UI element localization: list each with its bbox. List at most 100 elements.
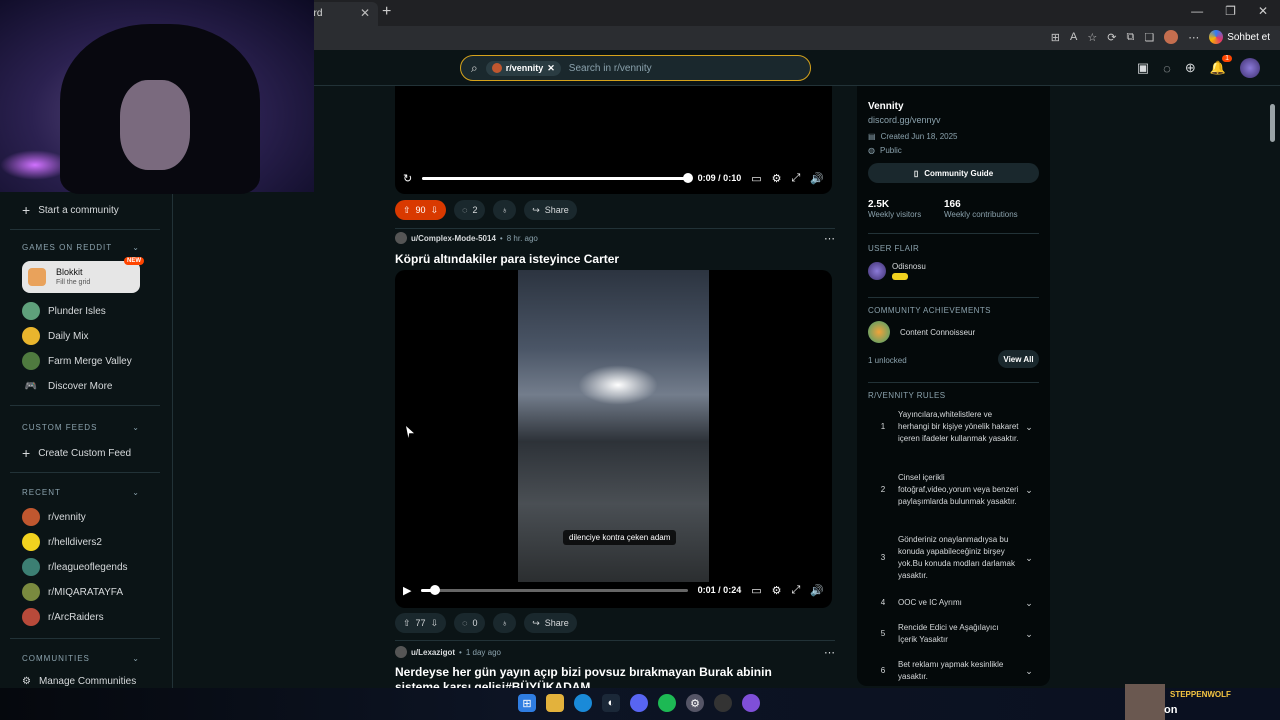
steam-icon[interactable]: ◐ bbox=[602, 694, 620, 712]
close-window-icon[interactable]: ✕ bbox=[1258, 4, 1268, 18]
discover-more-link[interactable]: 🎮 Discover More bbox=[22, 377, 113, 395]
stadium-light bbox=[578, 365, 658, 405]
blokkit-card[interactable]: Blokkit Fill the grid NEW bbox=[22, 257, 144, 293]
achievement-item[interactable]: Content Connoisseur bbox=[868, 321, 975, 343]
spotify-icon[interactable] bbox=[658, 694, 676, 712]
settings-icon[interactable]: ⚙ bbox=[772, 584, 782, 597]
new-tab-icon[interactable]: + bbox=[382, 3, 391, 21]
award-button[interactable]: ♁ bbox=[493, 200, 517, 220]
search-bar[interactable]: ⌕ r/vennity ✕ Search in r/vennity bbox=[460, 55, 811, 81]
downvote-icon[interactable]: ⇩ bbox=[431, 205, 439, 216]
recent-item[interactable]: r/leagueoflegends bbox=[22, 558, 128, 576]
more-icon[interactable]: ⋯ bbox=[1188, 31, 1199, 44]
captions-icon[interactable]: ▭ bbox=[751, 584, 761, 597]
obs-icon[interactable] bbox=[714, 694, 732, 712]
settings-icon[interactable]: ⚙ bbox=[772, 172, 782, 185]
video-progress-bar[interactable] bbox=[422, 172, 693, 183]
recent-label: r/vennity bbox=[48, 511, 86, 523]
share-button[interactable]: ↪ Share bbox=[524, 200, 577, 220]
search-input[interactable]: Search in r/vennity bbox=[569, 63, 652, 74]
volume-icon[interactable]: 🔊 bbox=[810, 172, 824, 185]
award-button[interactable]: ♁ bbox=[493, 613, 517, 633]
award-icon: ♁ bbox=[501, 618, 509, 628]
community-link[interactable]: discord.gg/vennyv bbox=[868, 115, 941, 125]
rule-item[interactable]: 1 Yayıncılara,whitelistlere ve herhangi … bbox=[868, 409, 1039, 445]
post-author[interactable]: u/Lexazigot bbox=[411, 648, 455, 657]
rule-item[interactable]: 6 Bet reklamı yapmak kesinlikle yasaktır… bbox=[868, 659, 1039, 683]
windows-start-icon[interactable]: ⊞ bbox=[518, 694, 536, 712]
rule-item[interactable]: 3 Gönderiniz onaylanmadıysa bu konuda ya… bbox=[868, 534, 1039, 582]
search-scope-chip[interactable]: r/vennity ✕ bbox=[485, 60, 561, 76]
user-avatar[interactable] bbox=[395, 646, 407, 658]
extensions-icon[interactable]: ⧉ bbox=[1126, 31, 1134, 44]
video-scrubber[interactable] bbox=[429, 584, 440, 595]
copilot-button[interactable]: Sohbet et bbox=[1209, 30, 1270, 44]
chevron-down-icon: ⌄ bbox=[1025, 629, 1033, 639]
collections-icon[interactable]: ❏ bbox=[1144, 31, 1154, 44]
recent-heading[interactable]: RECENT ⌄ bbox=[22, 488, 140, 497]
edge-icon[interactable] bbox=[574, 694, 592, 712]
upvote-icon[interactable]: ⇧ bbox=[403, 205, 411, 216]
game-item-plunder-isles[interactable]: Plunder Isles bbox=[22, 302, 106, 320]
downvote-icon[interactable]: ⇩ bbox=[431, 618, 439, 629]
apps-icon[interactable]: ⊞ bbox=[1051, 31, 1060, 44]
maximize-icon[interactable]: ❐ bbox=[1225, 4, 1236, 18]
replay-icon[interactable]: ↻ bbox=[403, 172, 412, 185]
minimize-icon[interactable]: — bbox=[1191, 4, 1203, 18]
user-flair[interactable]: Odisnosu bbox=[868, 262, 926, 280]
user-avatar[interactable] bbox=[395, 232, 407, 244]
page-scrollbar[interactable] bbox=[1270, 104, 1275, 142]
recent-item[interactable]: r/MIQARATAYFA bbox=[22, 583, 123, 601]
start-community-button[interactable]: + Start a community bbox=[22, 202, 119, 218]
more-options-icon[interactable]: ⋯ bbox=[824, 232, 835, 245]
manage-communities-link[interactable]: ⚙ Manage Communities bbox=[22, 676, 136, 687]
fullscreen-icon[interactable]: ⤢ bbox=[791, 172, 800, 185]
game-item-daily-mix[interactable]: Daily Mix bbox=[22, 327, 89, 345]
post-video[interactable]: dilenciye kontra çeken adam ▶ 0:01 / 0:2… bbox=[395, 270, 832, 608]
recent-item[interactable]: r/vennity bbox=[22, 508, 86, 526]
rule-item[interactable]: 2 Cinsel içerikli fotoğraf,video,yorum v… bbox=[868, 472, 1039, 508]
comments-button[interactable]: ◌ 2 bbox=[454, 200, 486, 220]
game-item-farm-merge-valley[interactable]: Farm Merge Valley bbox=[22, 352, 132, 370]
discord-icon[interactable] bbox=[630, 694, 648, 712]
custom-feeds-heading[interactable]: CUSTOM FEEDS ⌄ bbox=[22, 423, 140, 432]
recent-item[interactable]: r/ArcRaiders bbox=[22, 608, 104, 626]
notifications-icon[interactable]: 🔔 1 bbox=[1210, 55, 1232, 76]
upvote-icon[interactable]: ⇧ bbox=[403, 618, 411, 629]
divider bbox=[395, 640, 835, 641]
profile-avatar[interactable] bbox=[1164, 30, 1179, 44]
ads-icon[interactable]: ▣ bbox=[1137, 60, 1149, 76]
share-button[interactable]: ↪ Share bbox=[524, 613, 577, 633]
rule-item[interactable]: 4 OOC ve IC Ayrımı ⌄ bbox=[868, 597, 1039, 609]
chat-icon[interactable]: ◌ bbox=[1163, 61, 1171, 76]
recent-item[interactable]: r/helldivers2 bbox=[22, 533, 102, 551]
more-options-icon[interactable]: ⋯ bbox=[824, 646, 835, 659]
view-all-button[interactable]: View All bbox=[998, 350, 1039, 368]
video-scrubber[interactable] bbox=[682, 172, 693, 183]
app-icon[interactable] bbox=[742, 694, 760, 712]
chip-label: r/vennity bbox=[505, 63, 544, 73]
favorite-star-icon[interactable]: ☆ bbox=[1087, 31, 1097, 44]
chip-close-icon[interactable]: ✕ bbox=[547, 63, 555, 74]
user-avatar[interactable] bbox=[1240, 58, 1260, 78]
refresh-icon[interactable]: ⟳ bbox=[1107, 31, 1116, 44]
captions-icon[interactable]: ▭ bbox=[751, 172, 761, 185]
post-title[interactable]: Köprü altındakiler para isteyince Carter bbox=[395, 252, 619, 266]
read-aloud-icon[interactable]: A bbox=[1070, 31, 1077, 43]
communities-heading[interactable]: COMMUNITIES ⌄ bbox=[22, 654, 140, 663]
volume-icon[interactable]: 🔊 bbox=[810, 584, 824, 597]
settings-app-icon[interactable]: ⚙ bbox=[686, 694, 704, 712]
video-progress-bar[interactable] bbox=[421, 584, 688, 595]
community-guide-button[interactable]: ▯ Community Guide bbox=[868, 163, 1039, 183]
rule-item[interactable]: 5 Rencide Edici ve Aşağılayıcı İçerik Ya… bbox=[868, 622, 1039, 646]
file-explorer-icon[interactable] bbox=[546, 694, 564, 712]
post-author[interactable]: u/Complex-Mode-5014 bbox=[411, 234, 496, 243]
create-custom-feed-button[interactable]: + Create Custom Feed bbox=[22, 445, 131, 461]
comments-button[interactable]: ◌ 0 bbox=[454, 613, 486, 633]
post-video[interactable]: ↻ 0:09 / 0:10 ▭ ⚙ ⤢ 🔊 bbox=[395, 86, 832, 194]
play-icon[interactable]: ▶ bbox=[403, 584, 411, 597]
fullscreen-icon[interactable]: ⤢ bbox=[791, 584, 800, 597]
tab-close-icon[interactable]: ✕ bbox=[360, 6, 370, 20]
create-post-icon[interactable]: ⊕ bbox=[1185, 60, 1196, 76]
games-heading[interactable]: GAMES ON REDDIT ⌄ bbox=[22, 243, 140, 252]
